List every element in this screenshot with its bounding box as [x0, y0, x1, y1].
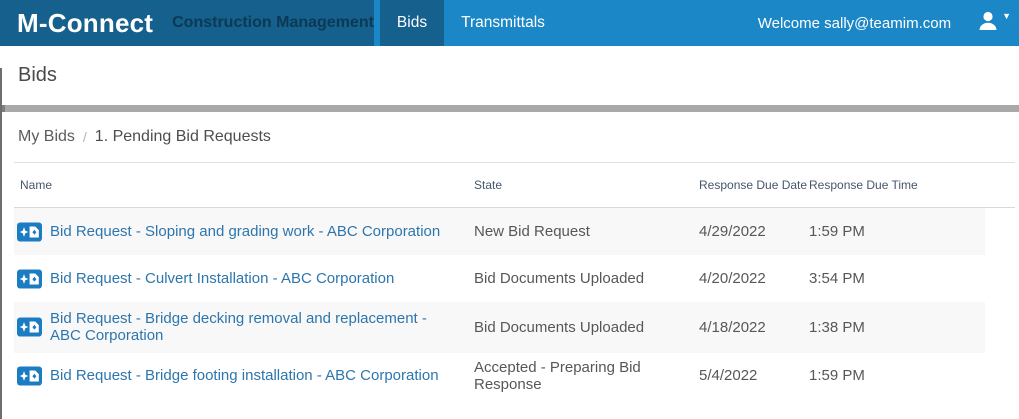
- column-header-name[interactable]: Name: [14, 178, 460, 192]
- table-row[interactable]: Bid Request - Sloping and grading work -…: [14, 208, 985, 255]
- breadcrumb: My Bids / 1. Pending Bid Requests: [0, 112, 1019, 162]
- column-header-response-due-time[interactable]: Response Due Time: [795, 178, 985, 192]
- nav-tab-bids[interactable]: Bids: [379, 0, 445, 46]
- page-title: Bids: [18, 64, 57, 86]
- welcome-text: Welcome sally@teamim.com: [757, 14, 952, 32]
- name-cell: Bid Request - Bridge footing installatio…: [14, 359, 460, 392]
- response-due-date-cell: 4/18/2022: [699, 318, 766, 336]
- breadcrumb-separator: /: [82, 129, 87, 145]
- bid-request-link[interactable]: Bid Request - Bridge footing installatio…: [50, 367, 439, 384]
- name-cell: Bid Request - Culvert Installation - ABC…: [14, 262, 460, 295]
- breadcrumb-my-bids[interactable]: My Bids: [18, 128, 75, 146]
- table-row[interactable]: Bid Request - Bridge footing installatio…: [14, 352, 985, 400]
- response-due-time-cell: 1:38 PM: [809, 318, 865, 336]
- brand-area: M-Connect Construction Management: [0, 0, 374, 46]
- nav-tab-transmittals[interactable]: Transmittals: [444, 0, 562, 46]
- table-row[interactable]: Bid Request - Culvert Installation - ABC…: [14, 255, 985, 302]
- window-edge-line: [0, 68, 2, 419]
- name-cell: Bid Request - Sloping and grading work -…: [14, 215, 460, 248]
- bid-request-document-icon: [17, 222, 42, 241]
- caret-down-icon: ▼: [1002, 11, 1011, 21]
- section-divider-band: [0, 105, 1019, 112]
- breadcrumb-pending-bid-requests: 1. Pending Bid Requests: [94, 128, 271, 145]
- response-due-time-cell: 1:59 PM: [809, 222, 865, 240]
- app-subtitle: Construction Management: [172, 14, 374, 31]
- state-cell: Bid Documents Uploaded: [474, 318, 645, 336]
- name-cell: Bid Request - Bridge decking removal and…: [14, 302, 460, 353]
- state-cell: New Bid Request: [474, 222, 590, 240]
- response-due-date-cell: 4/29/2022: [699, 222, 766, 240]
- response-due-time-cell: 1:59 PM: [809, 367, 865, 385]
- page-title-bar: Bids: [0, 46, 1019, 105]
- app-window: M-Connect Construction Management Bids T…: [0, 0, 1019, 419]
- bid-request-link[interactable]: Bid Request - Bridge decking removal and…: [50, 310, 427, 344]
- state-cell: Bid Documents Uploaded: [474, 269, 645, 287]
- response-due-date-cell: 5/4/2022: [699, 367, 758, 385]
- bid-request-link[interactable]: Bid Request - Sloping and grading work -…: [50, 223, 440, 240]
- column-header-state[interactable]: State: [460, 178, 685, 192]
- response-due-time-cell: 3:54 PM: [809, 269, 865, 287]
- state-cell: Accepted - Preparing Bid Response: [474, 358, 641, 393]
- top-navigation-bar: M-Connect Construction Management Bids T…: [0, 0, 1019, 46]
- bid-request-link[interactable]: Bid Request - Culvert Installation - ABC…: [50, 270, 394, 287]
- user-icon: [977, 9, 1000, 37]
- bid-request-document-icon: [17, 317, 42, 337]
- column-header-response-due-date[interactable]: Response Due Date: [685, 178, 807, 192]
- app-logo[interactable]: M-Connect: [17, 8, 153, 39]
- bid-table-body: Bid Request - Sloping and grading work -…: [0, 208, 1019, 400]
- user-menu-button[interactable]: ▼: [977, 9, 1011, 37]
- topbar-right: Welcome sally@teamim.com ▼: [758, 0, 1019, 46]
- bid-request-document-icon: [17, 366, 42, 386]
- response-due-date-cell: 4/20/2022: [699, 269, 766, 287]
- table-row[interactable]: Bid Request - Bridge decking removal and…: [14, 302, 985, 353]
- bid-table-header: Name State Response Due Date Response Du…: [14, 163, 985, 207]
- bid-request-document-icon: [17, 269, 42, 288]
